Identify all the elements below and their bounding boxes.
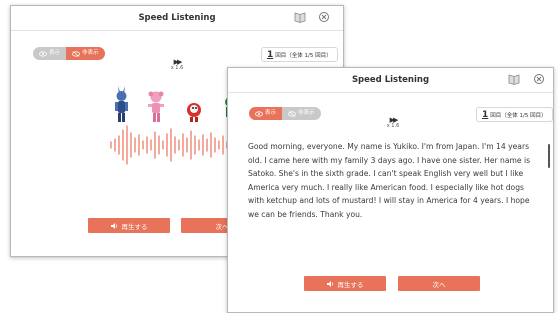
- back-page-suffix: 回目（全体 1/5 回目）: [275, 52, 332, 59]
- back-play-button[interactable]: 再生する: [88, 218, 170, 233]
- front-play-button[interactable]: 再生する: [304, 276, 386, 291]
- character-red: [187, 103, 201, 122]
- back-display-toggle[interactable]: 表示 非表示: [33, 47, 105, 60]
- waveform-graphic: [110, 125, 228, 165]
- front-titlebar: Speed Listening: [228, 68, 553, 93]
- speaker-icon: [326, 280, 333, 287]
- close-icon[interactable]: [318, 11, 330, 23]
- front-page-suffix: 回目（全体 1/5 回目）: [490, 112, 547, 119]
- book-icon[interactable]: [508, 73, 520, 85]
- close-icon[interactable]: [533, 73, 545, 85]
- front-window: Speed Listening 表示 非表示 1 回目（全体 1/5 回目） ▶…: [227, 67, 554, 313]
- eye-off-icon: [288, 110, 296, 117]
- transcript-scrollbar[interactable]: [548, 144, 550, 168]
- eye-icon: [39, 50, 47, 57]
- front-speed-control[interactable]: ▶▶ x 1.6: [385, 117, 401, 130]
- front-toggle-show[interactable]: 表示: [249, 107, 283, 120]
- back-toggle-hide[interactable]: 非表示: [66, 47, 105, 60]
- back-window-title: Speed Listening: [138, 13, 216, 23]
- eye-icon: [255, 110, 263, 117]
- back-speed-label: x 1.6: [170, 65, 184, 71]
- back-speed-control[interactable]: ▶▶ x 1.6: [169, 59, 185, 72]
- back-page-indicator: 1 回目（全体 1/5 回目）: [261, 47, 338, 62]
- characters-illustration: [115, 86, 234, 122]
- front-page-indicator: 1 回目（全体 1/5 回目）: [476, 107, 553, 122]
- front-display-toggle[interactable]: 表示 非表示: [249, 107, 321, 120]
- front-next-button[interactable]: 次へ: [398, 276, 480, 291]
- speaker-icon: [110, 222, 117, 229]
- character-blue: [115, 86, 128, 122]
- character-pink: [148, 91, 164, 122]
- back-toggle-show[interactable]: 表示: [33, 47, 67, 60]
- book-icon[interactable]: [294, 11, 306, 23]
- back-page-number: 1: [267, 49, 274, 60]
- front-toggle-hide[interactable]: 非表示: [282, 107, 321, 120]
- front-page-number: 1: [482, 109, 489, 120]
- front-speed-label: x 1.6: [386, 123, 400, 129]
- eye-off-icon: [72, 50, 80, 57]
- front-window-title: Speed Listening: [351, 75, 430, 85]
- transcript-text: Good morning, everyone. My name is Yukik…: [248, 142, 531, 219]
